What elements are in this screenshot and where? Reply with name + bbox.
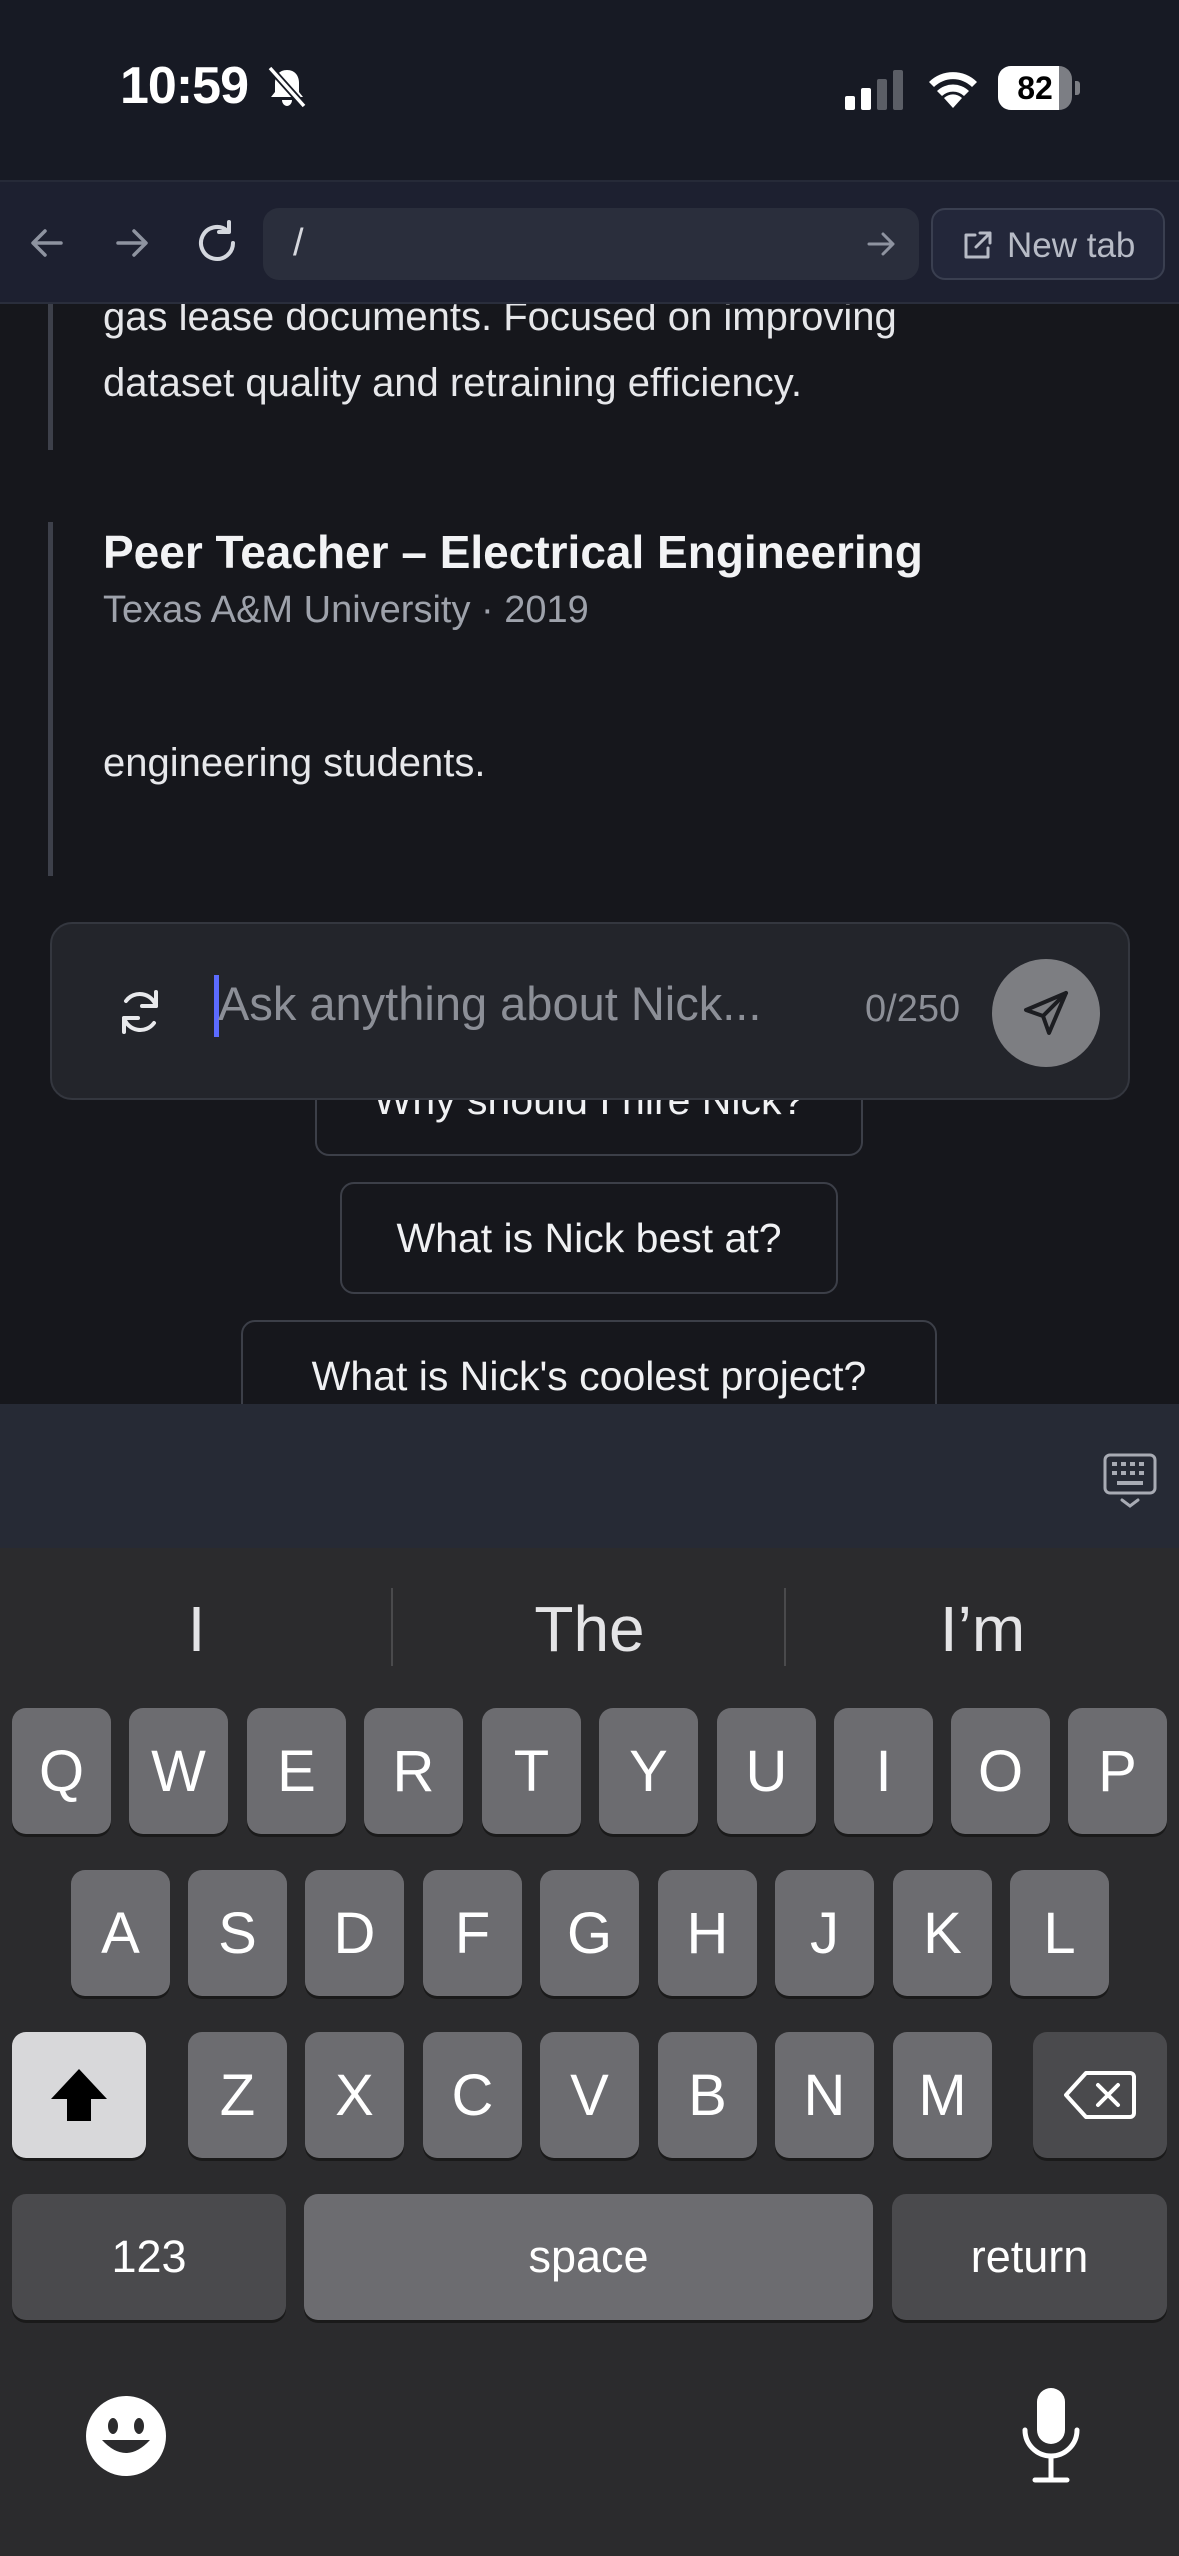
send-button[interactable] bbox=[992, 959, 1100, 1067]
key-g[interactable]: G bbox=[540, 1870, 639, 1996]
key-r[interactable]: R bbox=[364, 1708, 463, 1834]
wifi-icon bbox=[929, 72, 977, 108]
key-p[interactable]: P bbox=[1068, 1708, 1167, 1834]
key-m[interactable]: M bbox=[893, 2032, 992, 2158]
key-y[interactable]: Y bbox=[599, 1708, 698, 1834]
arrow-right-icon bbox=[116, 229, 148, 257]
forward-button[interactable] bbox=[105, 216, 159, 270]
numbers-key[interactable]: 123 bbox=[12, 2194, 286, 2320]
key-j[interactable]: J bbox=[775, 1870, 874, 1996]
key-d[interactable]: D bbox=[305, 1870, 404, 1996]
status-bar: 10:59 82 bbox=[0, 0, 1179, 180]
cellular-signal-icon bbox=[845, 70, 903, 110]
page-content: gas lease documents. Focused on improvin… bbox=[0, 304, 1179, 1404]
keyboard: I The I’m Q W E R T Y U I O P A S D F G … bbox=[0, 1548, 1179, 2556]
status-time: 10:59 bbox=[120, 57, 249, 115]
prediction-suggestion[interactable]: I bbox=[0, 1584, 393, 1674]
key-k[interactable]: K bbox=[893, 1870, 992, 1996]
space-key[interactable]: space bbox=[304, 2194, 873, 2320]
key-v[interactable]: V bbox=[540, 2032, 639, 2158]
return-key-label: return bbox=[970, 2231, 1089, 2282]
key-f[interactable]: F bbox=[423, 1870, 522, 1996]
emoji-icon[interactable] bbox=[84, 2394, 168, 2478]
url-input[interactable]: / bbox=[263, 208, 919, 280]
prediction-suggestion[interactable]: I’m bbox=[786, 1584, 1179, 1674]
new-tab-label: New tab bbox=[1007, 226, 1136, 265]
space-key-label: space bbox=[528, 2231, 649, 2282]
url-text: / bbox=[293, 222, 304, 264]
go-arrow-icon[interactable] bbox=[861, 224, 901, 264]
experience-text-line: engineering students. bbox=[103, 741, 486, 785]
key-x[interactable]: X bbox=[305, 2032, 404, 2158]
character-count: 0/250 bbox=[865, 988, 961, 1030]
battery-level: 82 bbox=[1017, 70, 1053, 106]
experience-title: Peer Teacher – Electrical Engineering bbox=[103, 526, 923, 578]
key-e[interactable]: E bbox=[247, 1708, 346, 1834]
return-key[interactable]: return bbox=[892, 2194, 1167, 2320]
key-u[interactable]: U bbox=[717, 1708, 816, 1834]
numbers-key-label: 123 bbox=[111, 2231, 187, 2282]
delete-key[interactable] bbox=[1033, 2032, 1167, 2158]
experience-subtitle: Texas A&M University · 2019 bbox=[103, 589, 589, 631]
key-q[interactable]: Q bbox=[12, 1708, 111, 1834]
key-h[interactable]: H bbox=[658, 1870, 757, 1996]
chat-input-placeholder[interactable]: Ask anything about Nick... bbox=[218, 976, 761, 1031]
keyboard-dismiss-icon[interactable] bbox=[1102, 1452, 1158, 1510]
keyboard-accessory-bar bbox=[0, 1404, 1179, 1548]
delete-icon bbox=[1064, 2071, 1136, 2119]
reload-button[interactable] bbox=[190, 216, 244, 270]
key-z[interactable]: Z bbox=[188, 2032, 287, 2158]
reload-icon bbox=[199, 220, 235, 261]
key-b[interactable]: B bbox=[658, 2032, 757, 2158]
back-button[interactable] bbox=[20, 216, 74, 270]
experience-text-line: dataset quality and retraining efficienc… bbox=[103, 361, 802, 405]
refresh-icon[interactable] bbox=[112, 984, 168, 1040]
send-icon bbox=[1024, 991, 1068, 1035]
arrow-left-icon bbox=[31, 229, 63, 257]
bell-slash-icon bbox=[267, 65, 307, 109]
shift-key[interactable] bbox=[12, 2032, 146, 2158]
prediction-suggestion[interactable]: The bbox=[393, 1584, 786, 1674]
external-link-icon bbox=[964, 231, 992, 259]
key-s[interactable]: S bbox=[188, 1870, 287, 1996]
battery-icon: 82 bbox=[998, 66, 1080, 110]
browser-toolbar: / New tab bbox=[0, 180, 1179, 304]
key-n[interactable]: N bbox=[775, 2032, 874, 2158]
shift-icon bbox=[51, 2069, 107, 2121]
key-o[interactable]: O bbox=[951, 1708, 1050, 1834]
key-c[interactable]: C bbox=[423, 2032, 522, 2158]
experience-entry: Peer Teacher – Electrical Engineering Te… bbox=[48, 522, 1108, 876]
experience-text-line: gas lease documents. Focused on improvin… bbox=[103, 304, 897, 339]
key-l[interactable]: L bbox=[1010, 1870, 1109, 1996]
experience-entry: gas lease documents. Focused on improvin… bbox=[48, 304, 1108, 450]
key-t[interactable]: T bbox=[482, 1708, 581, 1834]
key-i[interactable]: I bbox=[834, 1708, 933, 1834]
suggestion-chip[interactable]: What is Nick's coolest project? bbox=[241, 1320, 937, 1404]
new-tab-button[interactable]: New tab bbox=[931, 208, 1165, 280]
microphone-icon[interactable] bbox=[1018, 2386, 1084, 2486]
key-a[interactable]: A bbox=[71, 1870, 170, 1996]
chat-input-box: Ask anything about Nick... 0/250 bbox=[50, 922, 1130, 1100]
key-w[interactable]: W bbox=[129, 1708, 228, 1834]
suggestion-chip[interactable]: What is Nick best at? bbox=[340, 1182, 838, 1294]
